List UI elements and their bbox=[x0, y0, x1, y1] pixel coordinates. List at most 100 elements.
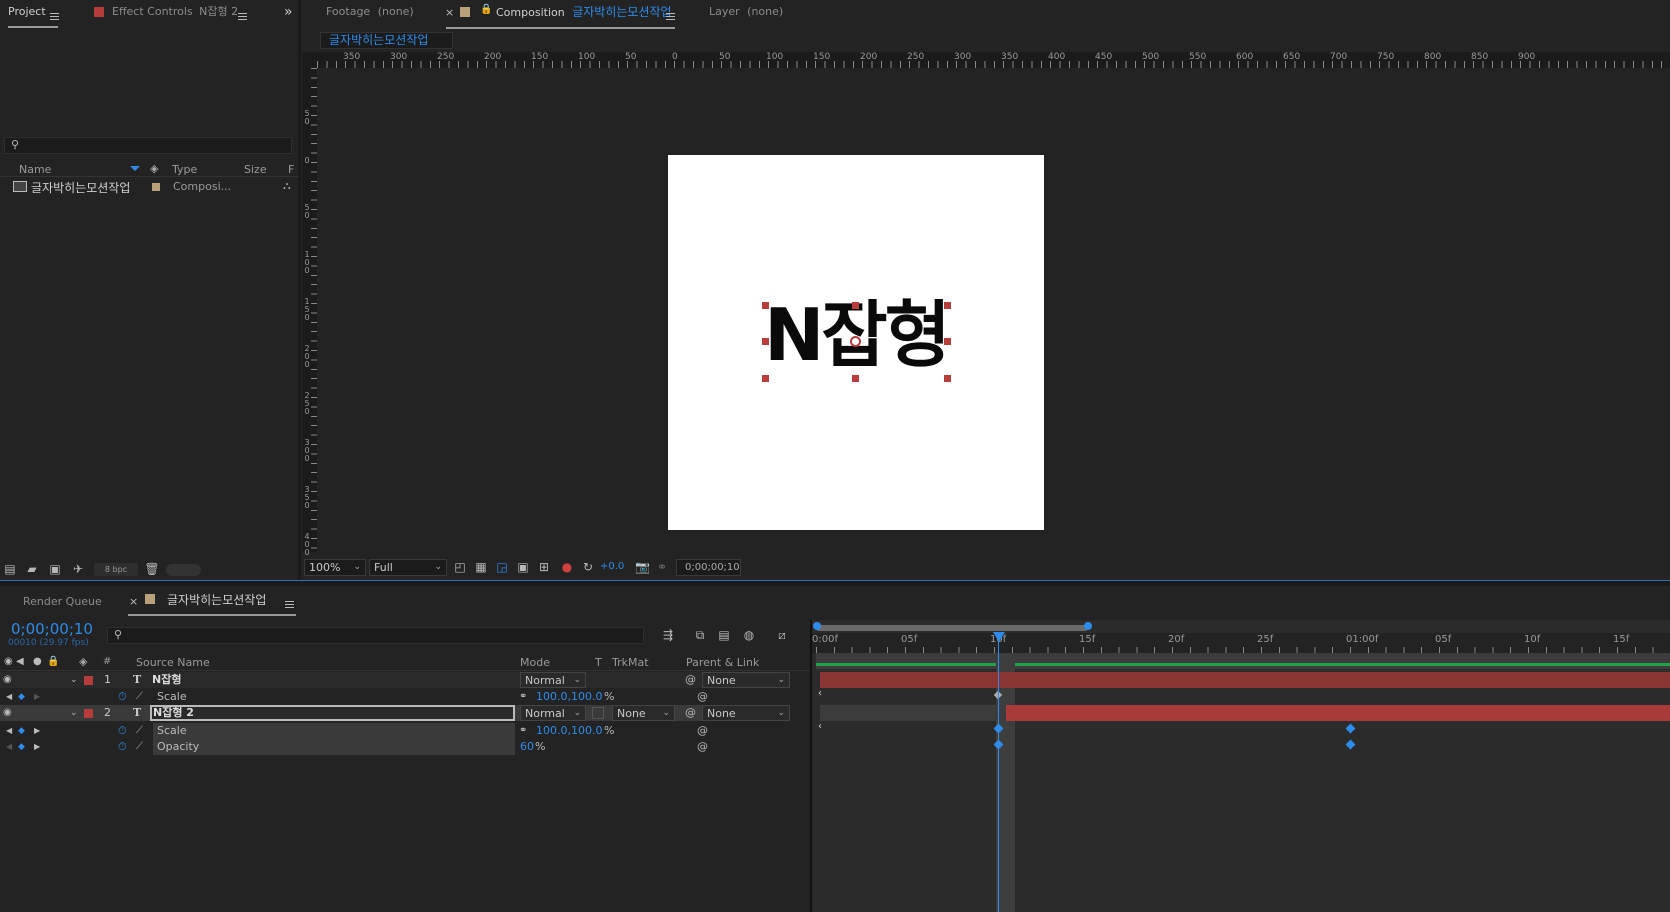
tab-layer[interactable]: Layer (none) bbox=[709, 0, 783, 28]
stopwatch-icon[interactable]: ⏱ bbox=[118, 689, 127, 705]
column-type[interactable]: Type bbox=[172, 163, 197, 176]
column-trkmat[interactable]: TrkMat bbox=[612, 656, 649, 669]
tab-timeline-comp[interactable]: 글자박히는모션작업 bbox=[167, 588, 266, 616]
channel-icon[interactable]: ● bbox=[560, 560, 574, 574]
transform-handle[interactable] bbox=[944, 338, 951, 345]
layer-1-name[interactable]: N잡형 bbox=[152, 672, 181, 688]
project-footer-slider[interactable] bbox=[166, 564, 201, 576]
transform-handle[interactable] bbox=[944, 375, 951, 382]
property-row-scale-2[interactable]: ◀ ◆ ▶ ⏱ ⟋ Scale ⚭ 100.0,100.0 % @ bbox=[0, 723, 765, 739]
tab-footage[interactable]: Footage (none) bbox=[326, 0, 414, 28]
layer-1-pickwhip-icon[interactable]: @ bbox=[685, 672, 696, 688]
adjust-project-settings-icon[interactable]: ✈ bbox=[70, 562, 86, 576]
column-size[interactable]: Size bbox=[244, 163, 267, 176]
mask-visibility-icon[interactable]: ◲ bbox=[495, 560, 509, 574]
time-graph[interactable]: 0:00f05f10f15f20f25f01:00f05f10f15f ‹ ‹ bbox=[812, 620, 1670, 912]
new-folder-icon[interactable]: ▰ bbox=[24, 562, 40, 576]
add-keyframe-icon[interactable]: ◆ bbox=[18, 739, 25, 755]
visibility-eye-icon[interactable]: ◉ bbox=[3, 672, 12, 688]
region-of-interest-icon[interactable]: ▣ bbox=[516, 560, 530, 574]
panel-overflow-icon[interactable]: » bbox=[284, 4, 293, 20]
viewer-timecode[interactable]: 0;00;00;10 bbox=[676, 559, 741, 576]
preserve-transparency-box[interactable] bbox=[592, 707, 604, 719]
time-ruler[interactable]: 0:00f05f10f15f20f25f01:00f05f10f15f bbox=[812, 633, 1670, 653]
close-composition-tab-icon[interactable]: × bbox=[445, 6, 454, 19]
property-1-value[interactable]: 100.0,100.0 bbox=[536, 689, 602, 705]
project-item-row[interactable]: 글자박히는모션작업 Composi... ⛬ bbox=[0, 179, 298, 195]
exposure-value[interactable]: +0.0 bbox=[600, 561, 624, 572]
expression-pickwhip-icon[interactable]: @ bbox=[697, 689, 708, 705]
expand-layer-icon[interactable]: ⌄ bbox=[70, 705, 78, 721]
column-name[interactable]: Name bbox=[19, 163, 51, 176]
transparency-grid-icon[interactable]: ▦ bbox=[474, 560, 488, 574]
show-snapshot-icon[interactable]: ⚭ bbox=[655, 560, 669, 574]
flowchart-icon[interactable]: ⛬ bbox=[283, 179, 291, 193]
visibility-eye-icon[interactable]: ◉ bbox=[3, 705, 12, 721]
layer-1-label-swatch[interactable] bbox=[84, 676, 93, 685]
layer-2-trkmat-select[interactable]: None ⌄ bbox=[612, 705, 675, 721]
tab-composition[interactable]: Composition 글자박히는모션작업 bbox=[496, 0, 672, 28]
navigator-end-handle[interactable] bbox=[1084, 622, 1092, 630]
layer-row-2[interactable]: ◉ ⌄ 2 T N잡형 2 Normal ⌄ None ⌄ @ None ⌄ bbox=[0, 705, 790, 721]
constrain-proportions-icon[interactable]: ⚭ bbox=[519, 723, 527, 739]
bit-depth-button[interactable]: 8 bpc bbox=[94, 563, 138, 576]
transform-handle[interactable] bbox=[762, 302, 769, 309]
tab-effect-controls[interactable]: Effect Controls N잡형 2 bbox=[112, 0, 238, 28]
navigator-start-handle[interactable] bbox=[813, 622, 821, 630]
keyframe-layer2-scale-2[interactable] bbox=[1345, 723, 1356, 734]
property-2-value[interactable]: 100.0,100.0 bbox=[536, 723, 602, 739]
column-parent[interactable]: Parent & Link bbox=[686, 656, 759, 669]
frame-blending-icon[interactable]: ▤ bbox=[716, 628, 732, 642]
project-search-input[interactable]: ⚲ bbox=[4, 137, 292, 154]
current-time-display[interactable]: 0;00;00;10 bbox=[11, 620, 93, 638]
layer-1-bar[interactable] bbox=[820, 672, 1670, 688]
property-row-scale-1[interactable]: ◀ ◆ ▶ ⏱ ⟋ Scale ⚭ 100.0,100.0 % @ bbox=[0, 689, 765, 705]
lock-icon[interactable]: 🔒 bbox=[480, 4, 492, 15]
work-area-bar[interactable] bbox=[816, 653, 1670, 669]
close-timeline-tab-icon[interactable]: × bbox=[129, 595, 138, 608]
reset-exposure-icon[interactable]: ↻ bbox=[581, 560, 595, 574]
time-navigator[interactable] bbox=[816, 625, 1088, 631]
layer-2-name-field[interactable]: N잡형 2 bbox=[150, 705, 515, 721]
column-mode[interactable]: Mode bbox=[520, 656, 550, 669]
layer-1-mode-select[interactable]: Normal ⌄ bbox=[520, 672, 586, 688]
column-source-name[interactable]: Source Name bbox=[136, 656, 210, 669]
layer-2-bar[interactable] bbox=[1006, 705, 1670, 721]
transform-handle[interactable] bbox=[852, 302, 859, 309]
timeline-search-input[interactable]: ⚲ bbox=[107, 627, 644, 644]
constrain-proportions-icon[interactable]: ⚭ bbox=[519, 689, 527, 705]
column-frame-rate[interactable]: F bbox=[288, 163, 294, 176]
layer-2-pickwhip-icon[interactable]: @ bbox=[685, 705, 696, 721]
property-row-opacity-2[interactable]: ◀ ◆ ▶ ⏱ ⟋ Opacity 60 % @ bbox=[0, 739, 765, 755]
stopwatch-icon[interactable]: ⏱ bbox=[118, 723, 127, 739]
prev-keyframe-icon[interactable]: ◀ bbox=[6, 723, 12, 739]
property-3-value[interactable]: 60 bbox=[520, 739, 534, 755]
next-keyframe-icon[interactable]: ▶ bbox=[34, 723, 40, 739]
interpret-footage-icon[interactable]: ▤ bbox=[2, 562, 18, 576]
layer-2-parent-select[interactable]: None ⌄ bbox=[702, 705, 790, 721]
keyframe-layer2-opacity-2[interactable] bbox=[1345, 739, 1356, 750]
composition-menu-icon[interactable] bbox=[666, 9, 675, 22]
resolution-select[interactable]: Full ⌄ bbox=[369, 559, 447, 576]
add-keyframe-icon[interactable]: ◆ bbox=[18, 689, 25, 705]
composition-flowchart-icon[interactable]: ⇶ bbox=[660, 628, 676, 642]
expression-pickwhip-icon[interactable]: @ bbox=[697, 739, 708, 755]
project-menu-icon[interactable] bbox=[50, 9, 59, 22]
transform-handle[interactable] bbox=[852, 375, 859, 382]
vertical-ruler[interactable]: 50 0 50 100 150 200 250 300 350 400 bbox=[302, 52, 317, 557]
playhead-handle[interactable] bbox=[993, 632, 1005, 642]
delete-icon[interactable]: 🗑 bbox=[144, 562, 160, 576]
draft-3d-icon[interactable]: ⧉ bbox=[692, 628, 708, 642]
grid-guides-icon[interactable]: ⊞ bbox=[537, 560, 551, 574]
add-keyframe-icon[interactable]: ◆ bbox=[18, 723, 25, 739]
prev-keyframe-icon[interactable]: ◀ bbox=[6, 689, 12, 705]
next-keyframe-icon[interactable]: ▶ bbox=[34, 739, 40, 755]
prev-keyframe-icon[interactable]: ◀ bbox=[6, 739, 12, 755]
new-composition-icon[interactable]: ▣ bbox=[47, 562, 63, 576]
expression-pickwhip-icon[interactable]: @ bbox=[697, 723, 708, 739]
layer-1-parent-select[interactable]: None ⌄ bbox=[702, 672, 790, 688]
layer-2-label-swatch[interactable] bbox=[84, 709, 93, 718]
next-keyframe-icon[interactable]: ▶ bbox=[34, 689, 40, 705]
composition-canvas[interactable]: N잡형 bbox=[668, 155, 1044, 530]
expand-layer-icon[interactable]: ⌄ bbox=[70, 672, 78, 688]
